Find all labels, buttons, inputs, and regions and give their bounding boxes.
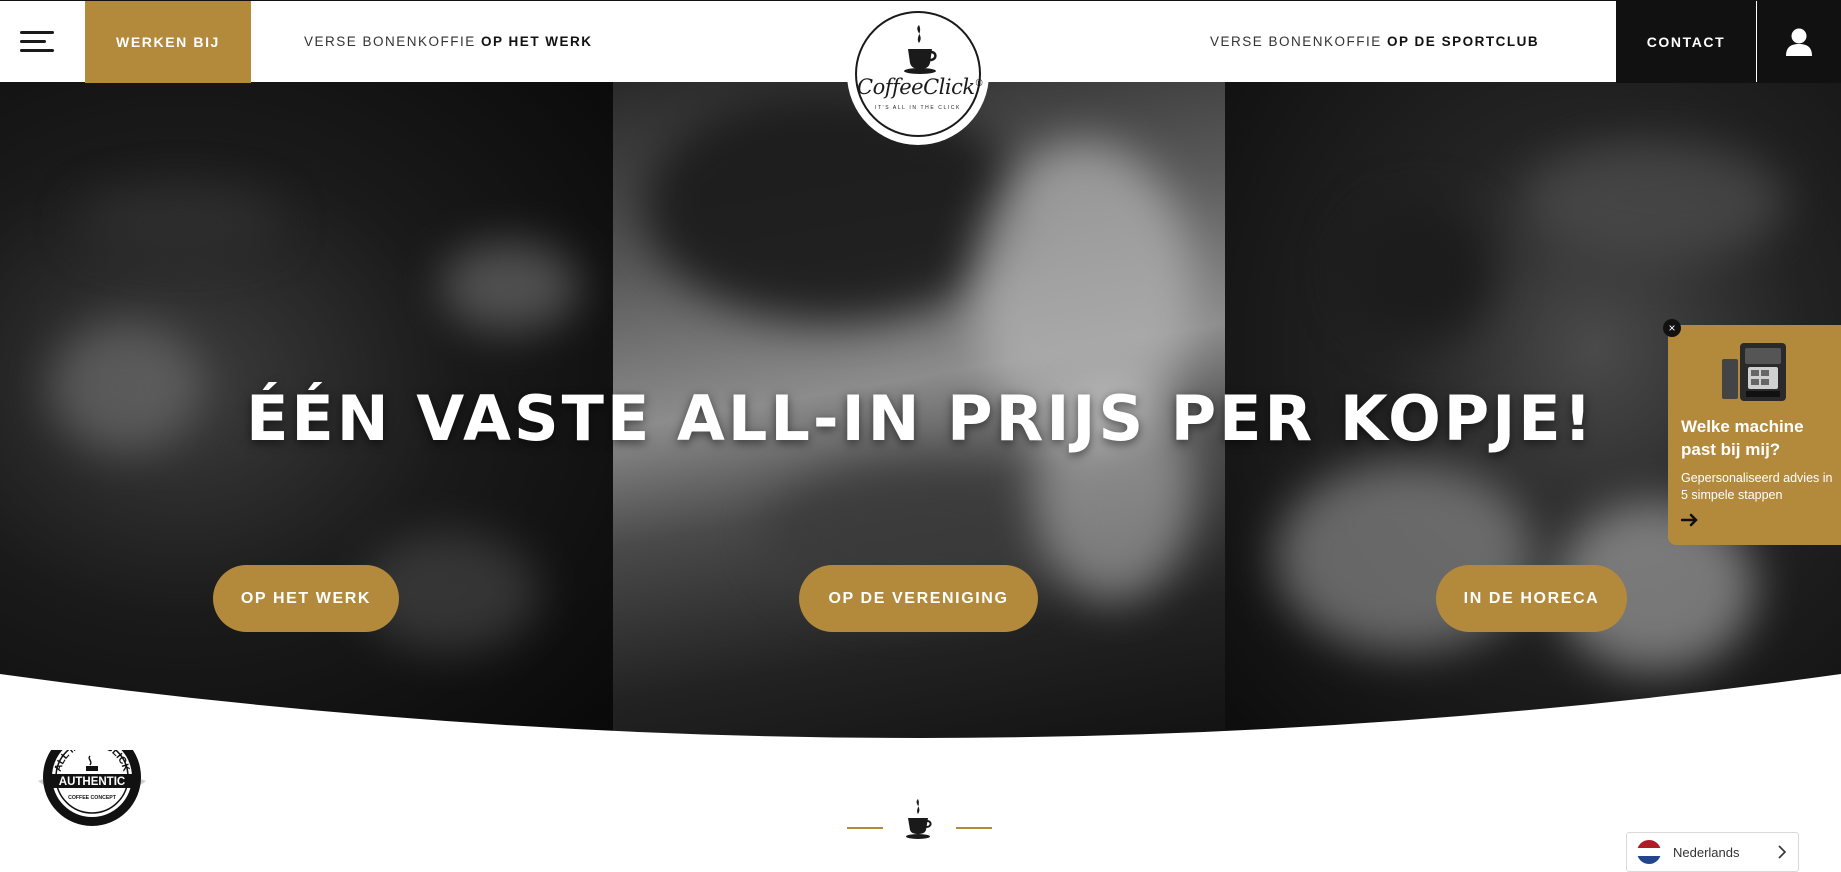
coffee-cup-icon xyxy=(904,25,937,74)
divider-line-right xyxy=(956,827,992,829)
coffeeclick-logo[interactable]: CoffeeClick® IT'S ALL IN THE CLICK xyxy=(847,3,989,145)
op-het-werk-button[interactable]: OP HET WERK xyxy=(213,565,399,632)
in-de-horeca-label: IN DE HORECA xyxy=(1463,589,1600,607)
coffee-cup-icon xyxy=(906,799,932,839)
nav-link-op-de-sportclub[interactable]: VERSE BONENKOFFIE OP DE SPORTCLUB xyxy=(1210,34,1539,49)
account-button[interactable] xyxy=(1757,1,1841,83)
werken-bij-button[interactable]: WERKEN BIJ xyxy=(85,1,251,83)
nav-left-bold: OP HET WERK xyxy=(481,34,593,49)
widget-title: Welke machine past bij mij? xyxy=(1681,417,1804,459)
in-de-horeca-button[interactable]: IN DE HORECA xyxy=(1436,565,1627,632)
coffee-machine-icon xyxy=(1722,343,1786,401)
section-divider xyxy=(847,798,992,839)
hero-headline: ÉÉN VASTE ALL-IN PRIJS PER KOPJE! xyxy=(246,382,1595,455)
machine-advice-widget[interactable]: Welke machine past bij mij? Gepersonalis… xyxy=(1668,325,1841,545)
hamburger-icon[interactable] xyxy=(20,29,56,55)
user-icon xyxy=(1786,28,1812,56)
nav-right-bold: OP DE SPORTCLUB xyxy=(1387,34,1540,49)
badge-line2: AUTHENTIC xyxy=(59,776,125,788)
divider-line-left xyxy=(847,827,883,829)
logo-tagline: IT'S ALL IN THE CLICK xyxy=(875,105,961,111)
contact-label: CONTACT xyxy=(1646,34,1726,50)
netherlands-flag-icon xyxy=(1637,840,1661,864)
op-het-werk-label: OP HET WERK xyxy=(240,589,372,607)
authentic-badge: ALL IN THE CLICK AUTHENTIC COFFEE CONCEP… xyxy=(38,728,146,826)
language-switcher[interactable]: Nederlands xyxy=(1626,832,1799,872)
logo-name: CoffeeClick® xyxy=(857,75,984,99)
nav-left-prefix: VERSE BONENKOFFIE xyxy=(304,34,476,49)
chevron-right-icon xyxy=(1778,845,1786,859)
op-de-vereniging-label: OP DE VERENIGING xyxy=(828,589,1009,607)
arrow-right-icon xyxy=(1681,513,1698,527)
contact-button[interactable]: CONTACT xyxy=(1616,1,1756,83)
nav-link-op-het-werk[interactable]: VERSE BONENKOFFIE OP HET WERK xyxy=(304,34,593,49)
widget-close-button[interactable]: × xyxy=(1663,319,1681,337)
werken-bij-label: WERKEN BIJ xyxy=(116,34,220,50)
op-de-vereniging-button[interactable]: OP DE VERENIGING xyxy=(799,565,1038,632)
widget-subtitle: Gepersonaliseerd advies in 5 simpele sta… xyxy=(1681,471,1833,502)
nav-right-prefix: VERSE BONENKOFFIE xyxy=(1210,34,1382,49)
badge-line3: COFFEE CONCEPT xyxy=(68,795,117,801)
logo-ring: CoffeeClick® IT'S ALL IN THE CLICK xyxy=(855,11,984,137)
hero-section: ÉÉN VASTE ALL-IN PRIJS PER KOPJE! OP HET… xyxy=(0,82,1841,750)
language-label: Nederlands xyxy=(1673,844,1740,860)
